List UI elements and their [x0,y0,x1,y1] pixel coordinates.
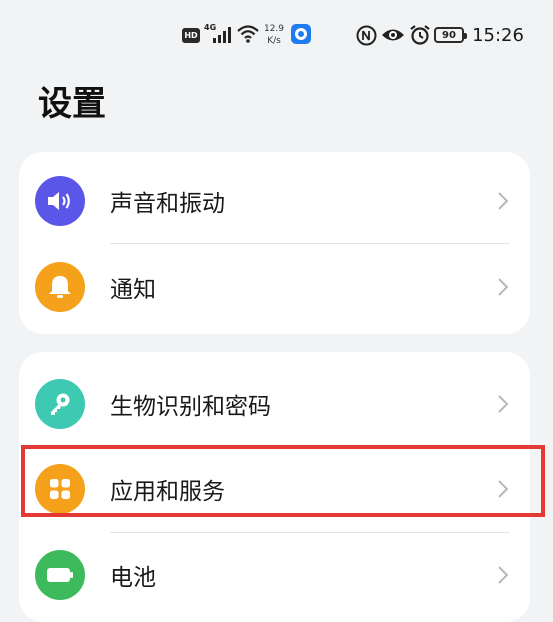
alarm-icon [409,24,431,46]
chevron-right-icon [496,394,510,414]
settings-item-label: 应用和服务 [110,479,225,505]
settings-item-label: 声音和振动 [110,191,225,217]
hd-badge: HD [182,28,200,43]
app-notification-icon [291,24,311,44]
network-speed: 12.9 K/s [262,21,286,49]
battery-status-icon: 90 [434,27,467,43]
wifi-icon [237,24,259,44]
nfc-icon [356,25,377,46]
apps-grid-icon [35,464,85,514]
chevron-right-icon [496,479,510,499]
chevron-right-icon [496,565,510,585]
settings-item-biometrics-password[interactable]: 生物识别和密码 [19,361,530,447]
chevron-right-icon [496,191,510,211]
settings-item-label: 电池 [110,565,156,591]
battery-level: 90 [442,29,456,41]
settings-group-2: 生物识别和密码 应用和服务 电池 [19,352,530,622]
settings-item-sound-vibration[interactable]: 声音和振动 [19,158,530,244]
chevron-right-icon [496,277,510,297]
settings-item-notifications[interactable]: 通知 [19,244,530,330]
settings-group-1: 声音和振动 通知 [19,152,530,334]
settings-item-label: 生物识别和密码 [110,394,271,420]
status-bar: HD 4G 12.9 K/s 90 15:26 [0,0,553,70]
speed-unit: K/s [267,36,281,46]
signal-icon [212,27,234,44]
volume-icon [35,176,85,226]
settings-item-label: 通知 [110,277,156,303]
speed-value: 12.9 [263,24,285,34]
settings-item-battery[interactable]: 电池 [19,532,530,618]
eye-icon [381,26,405,44]
page-title: 设置 [38,84,106,124]
battery-icon [35,550,85,600]
settings-item-apps-services[interactable]: 应用和服务 [19,446,530,532]
clock-time: 15:26 [472,24,524,46]
bell-icon [35,262,85,312]
key-icon [35,379,85,429]
